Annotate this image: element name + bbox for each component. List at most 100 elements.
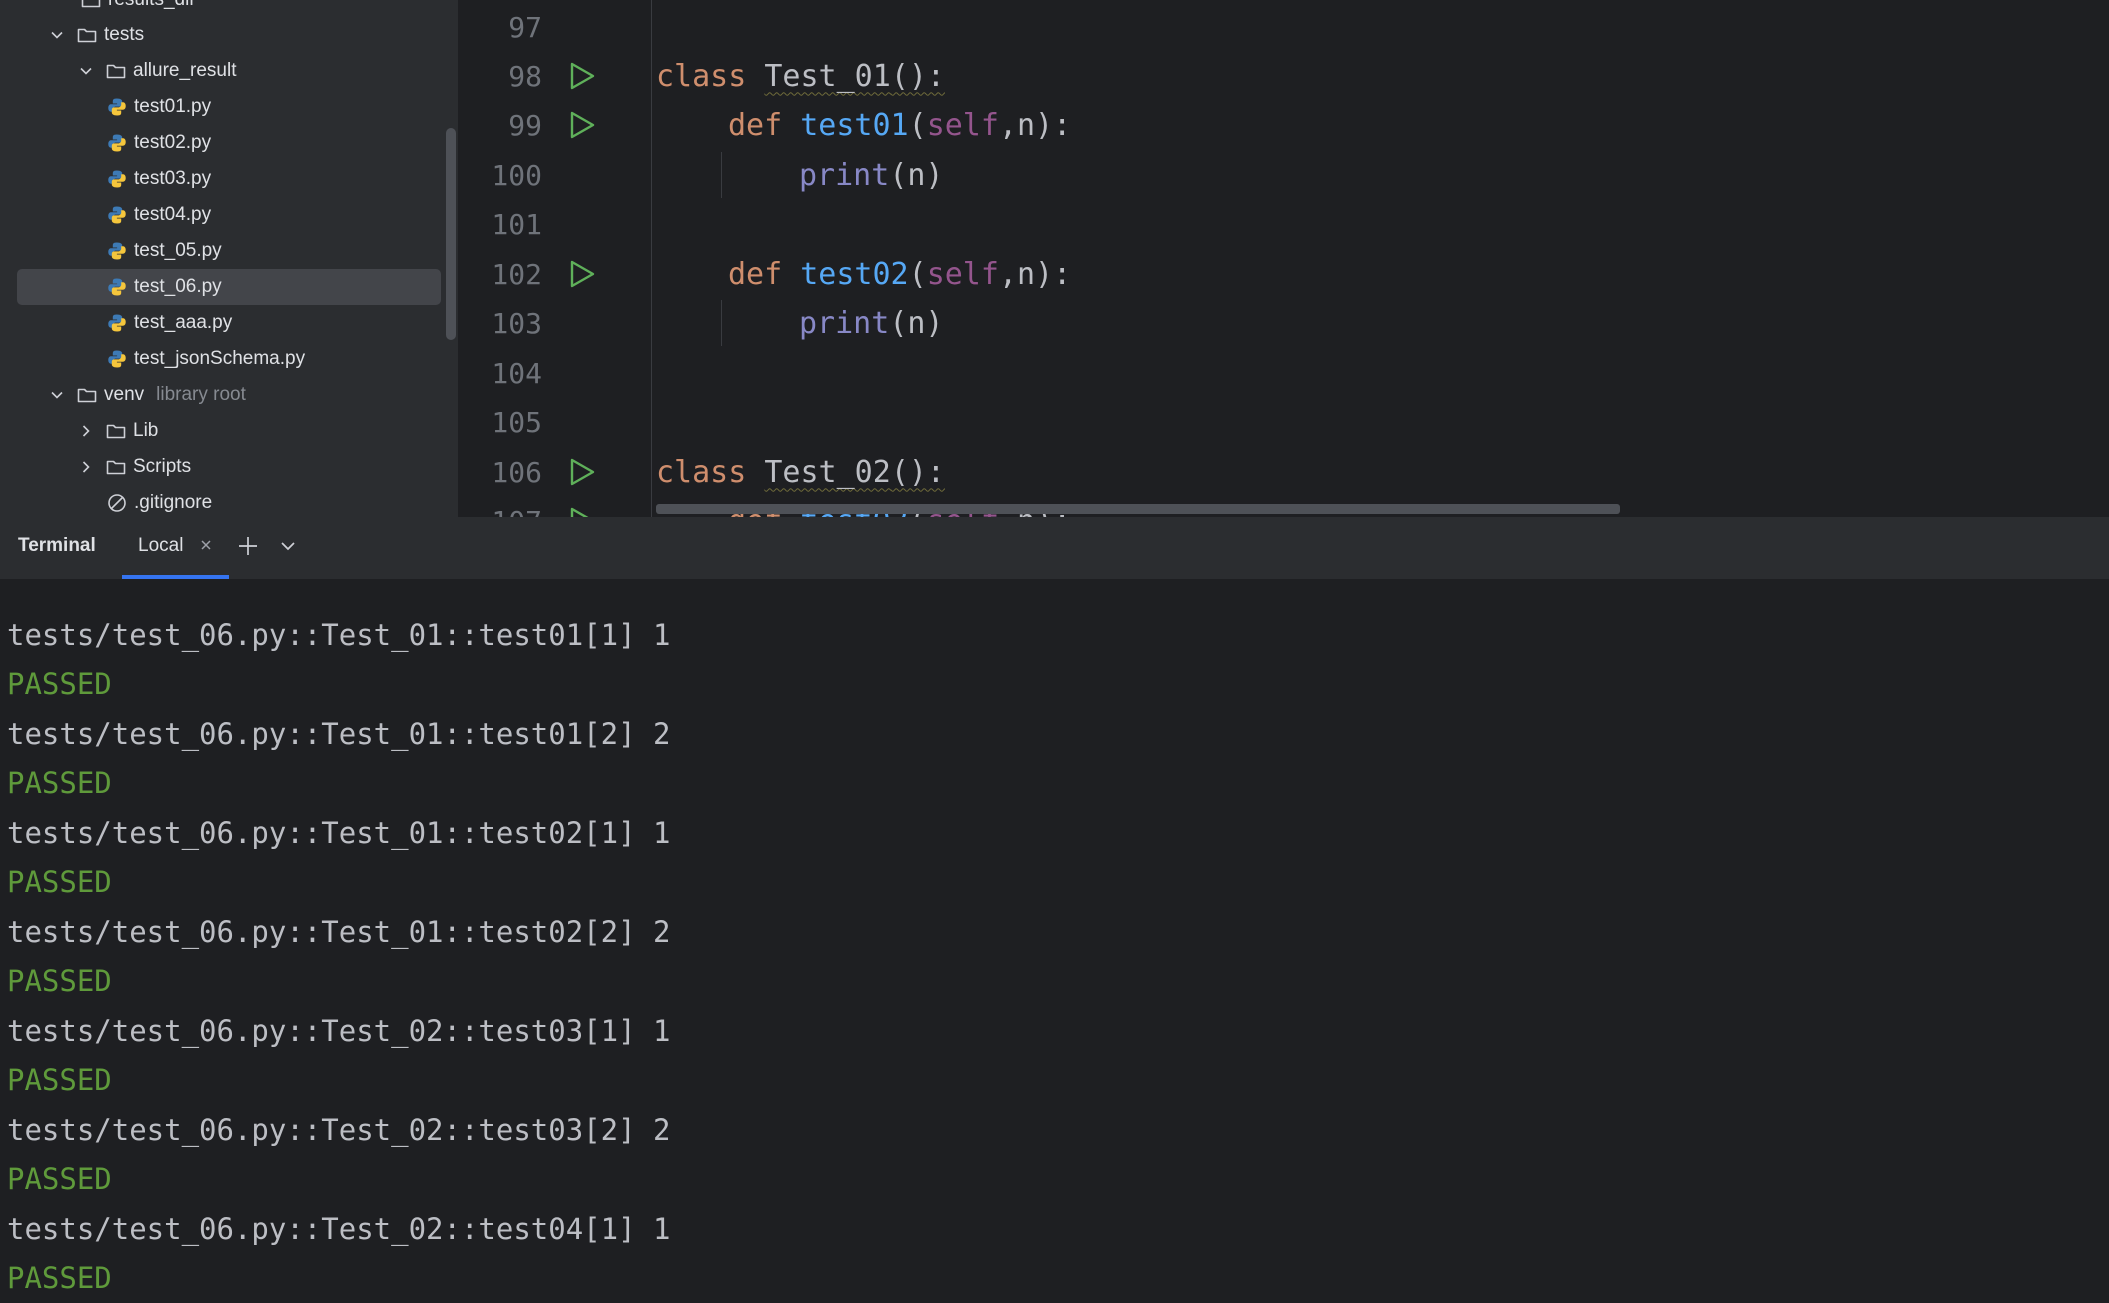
line-number: 97 [508,10,542,44]
tree-item-label: test_jsonSchema.py [134,348,306,369]
indent-guide [721,300,722,346]
chevron-right-icon[interactable] [77,458,95,476]
tree-item-test04-py[interactable]: test04.py [0,197,458,233]
code-punct: (n) [889,305,944,341]
run-test-icon[interactable] [566,60,598,92]
terminal-line: tests/test_06.py::Test_01::test01[2] 2 [7,717,671,751]
self-param: self [926,107,999,143]
python-file-icon [106,240,128,262]
close-icon[interactable] [196,535,216,555]
line-number: 102 [491,257,542,291]
code-editor[interactable]: 97 98 class Test_01(): 99 def test01(sel… [458,0,2109,517]
code-text: class Test_02(): [656,455,945,490]
tree-item-label: test_05.py [134,240,222,261]
chevron-down-icon[interactable] [77,62,95,80]
builtin-print: print [799,305,890,341]
code-line: 104 [458,348,2109,398]
terminal-line: tests/test_06.py::Test_02::test03[2] 2 [7,1113,671,1147]
run-test-icon[interactable] [566,258,598,290]
terminal-line-passed: PASSED [7,1063,112,1097]
code-text: print(n) [799,158,944,193]
folder-icon [105,456,127,478]
tree-item-label: Lib [133,420,159,441]
keyword-class: class [656,58,747,94]
run-test-icon[interactable] [566,456,598,488]
terminal-line-passed: PASSED [7,667,112,701]
chevron-right-icon[interactable] [77,422,95,440]
chevron-down-icon [281,542,295,551]
indent-guide [721,152,722,198]
function-name: test02 [800,256,909,292]
terminal-line: tests/test_06.py::Test_01::test02[2] 2 [7,915,671,949]
code-punct: ,n): [998,256,1072,292]
tree-item-test02-py[interactable]: test02.py [0,125,458,161]
folder-icon [76,24,98,46]
line-number: 100 [491,158,542,192]
tree-item-label: test01.py [134,96,212,117]
terminal-line: tests/test_06.py::Test_01::test01[1] 1 [7,618,671,652]
code-text: class Test_01(): [656,59,945,94]
terminal-line: tests/test_06.py::Test_01::test02[1] 1 [7,816,671,850]
folder-icon [76,384,98,406]
terminal-line-passed: PASSED [7,964,112,998]
folder-icon [80,0,102,11]
run-test-icon[interactable] [566,109,598,141]
editor-horizontal-scrollbar[interactable] [656,504,1620,514]
tree-item-test-05-py[interactable]: test_05.py [0,233,458,269]
terminal-line-passed: PASSED [7,1261,112,1295]
line-number: 105 [491,405,542,439]
python-file-icon [106,312,128,334]
new-terminal-button[interactable] [235,533,261,559]
tree-item-allure-result[interactable]: allure_result [0,53,458,89]
terminal-output[interactable]: tests/test_06.py::Test_01::test01[1] 1 P… [0,579,2109,1303]
code-line: 97 [458,2,2109,52]
code-punct: (): [890,58,945,94]
tree-item-label: .gitignore [134,492,213,513]
tree-item-tests[interactable]: tests [0,17,458,53]
python-file-icon [106,168,128,190]
folder-icon [105,60,127,82]
folder-icon [105,420,127,442]
line-number: 98 [508,59,542,93]
terminal-line: tests/test_06.py::Test_02::test04[1] 1 [7,1212,671,1246]
code-line: 106 class Test_02(): [458,447,2109,497]
python-file-icon [106,96,128,118]
tree-item-lib[interactable]: Lib [0,413,458,449]
python-file-icon [106,348,128,370]
line-number: 103 [491,306,542,340]
code-line: 99 def test01(self,n): [458,100,2109,150]
tree-item-gitignore[interactable]: .gitignore [0,485,458,517]
line-number: 99 [508,108,542,142]
tree-item-scripts[interactable]: Scripts [0,449,458,485]
terminal-line-passed: PASSED [7,1162,112,1196]
tree-item-test-06-py[interactable]: test_06.py [0,269,458,305]
class-name: Test_02 [764,454,891,490]
tree-item-label: test_aaa.py [134,312,233,333]
terminal-toolbar: Terminal Local [0,517,2109,579]
tree-item-test-jsonschema-py[interactable]: test_jsonSchema.py [0,341,458,377]
code-line: 98 class Test_01(): [458,51,2109,101]
tree-item-label: results_dir [108,0,196,11]
tree-item-label: test02.py [134,132,212,153]
chevron-down-icon[interactable] [48,26,66,44]
tree-item-test-aaa-py[interactable]: test_aaa.py [0,305,458,341]
terminal-line-passed: PASSED [7,865,112,899]
tree-item-label: test_06.py [134,276,222,297]
tree-item-test01-py[interactable]: test01.py [0,89,458,125]
terminal-dropdown-button[interactable] [276,533,300,559]
tab-local[interactable]: Local [122,517,229,579]
terminal-title: Terminal [18,535,96,556]
tree-item-test03-py[interactable]: test03.py [0,161,458,197]
tree-scrollbar[interactable] [446,128,456,340]
line-number: 104 [491,356,542,390]
tree-item-results-dir[interactable]: results_dir [0,0,458,18]
terminal-line: tests/test_06.py::Test_02::test03[1] 1 [7,1014,671,1048]
ignore-file-icon [106,492,128,514]
chevron-down-icon[interactable] [48,386,66,404]
tree-item-label: venv [104,384,145,405]
run-test-icon[interactable] [566,505,598,517]
tree-item-venv[interactable]: venv library root [0,377,458,413]
keyword-class: class [656,454,747,490]
project-tree-panel: results_dir tests allure_result [0,0,458,517]
python-file-icon [106,276,128,298]
